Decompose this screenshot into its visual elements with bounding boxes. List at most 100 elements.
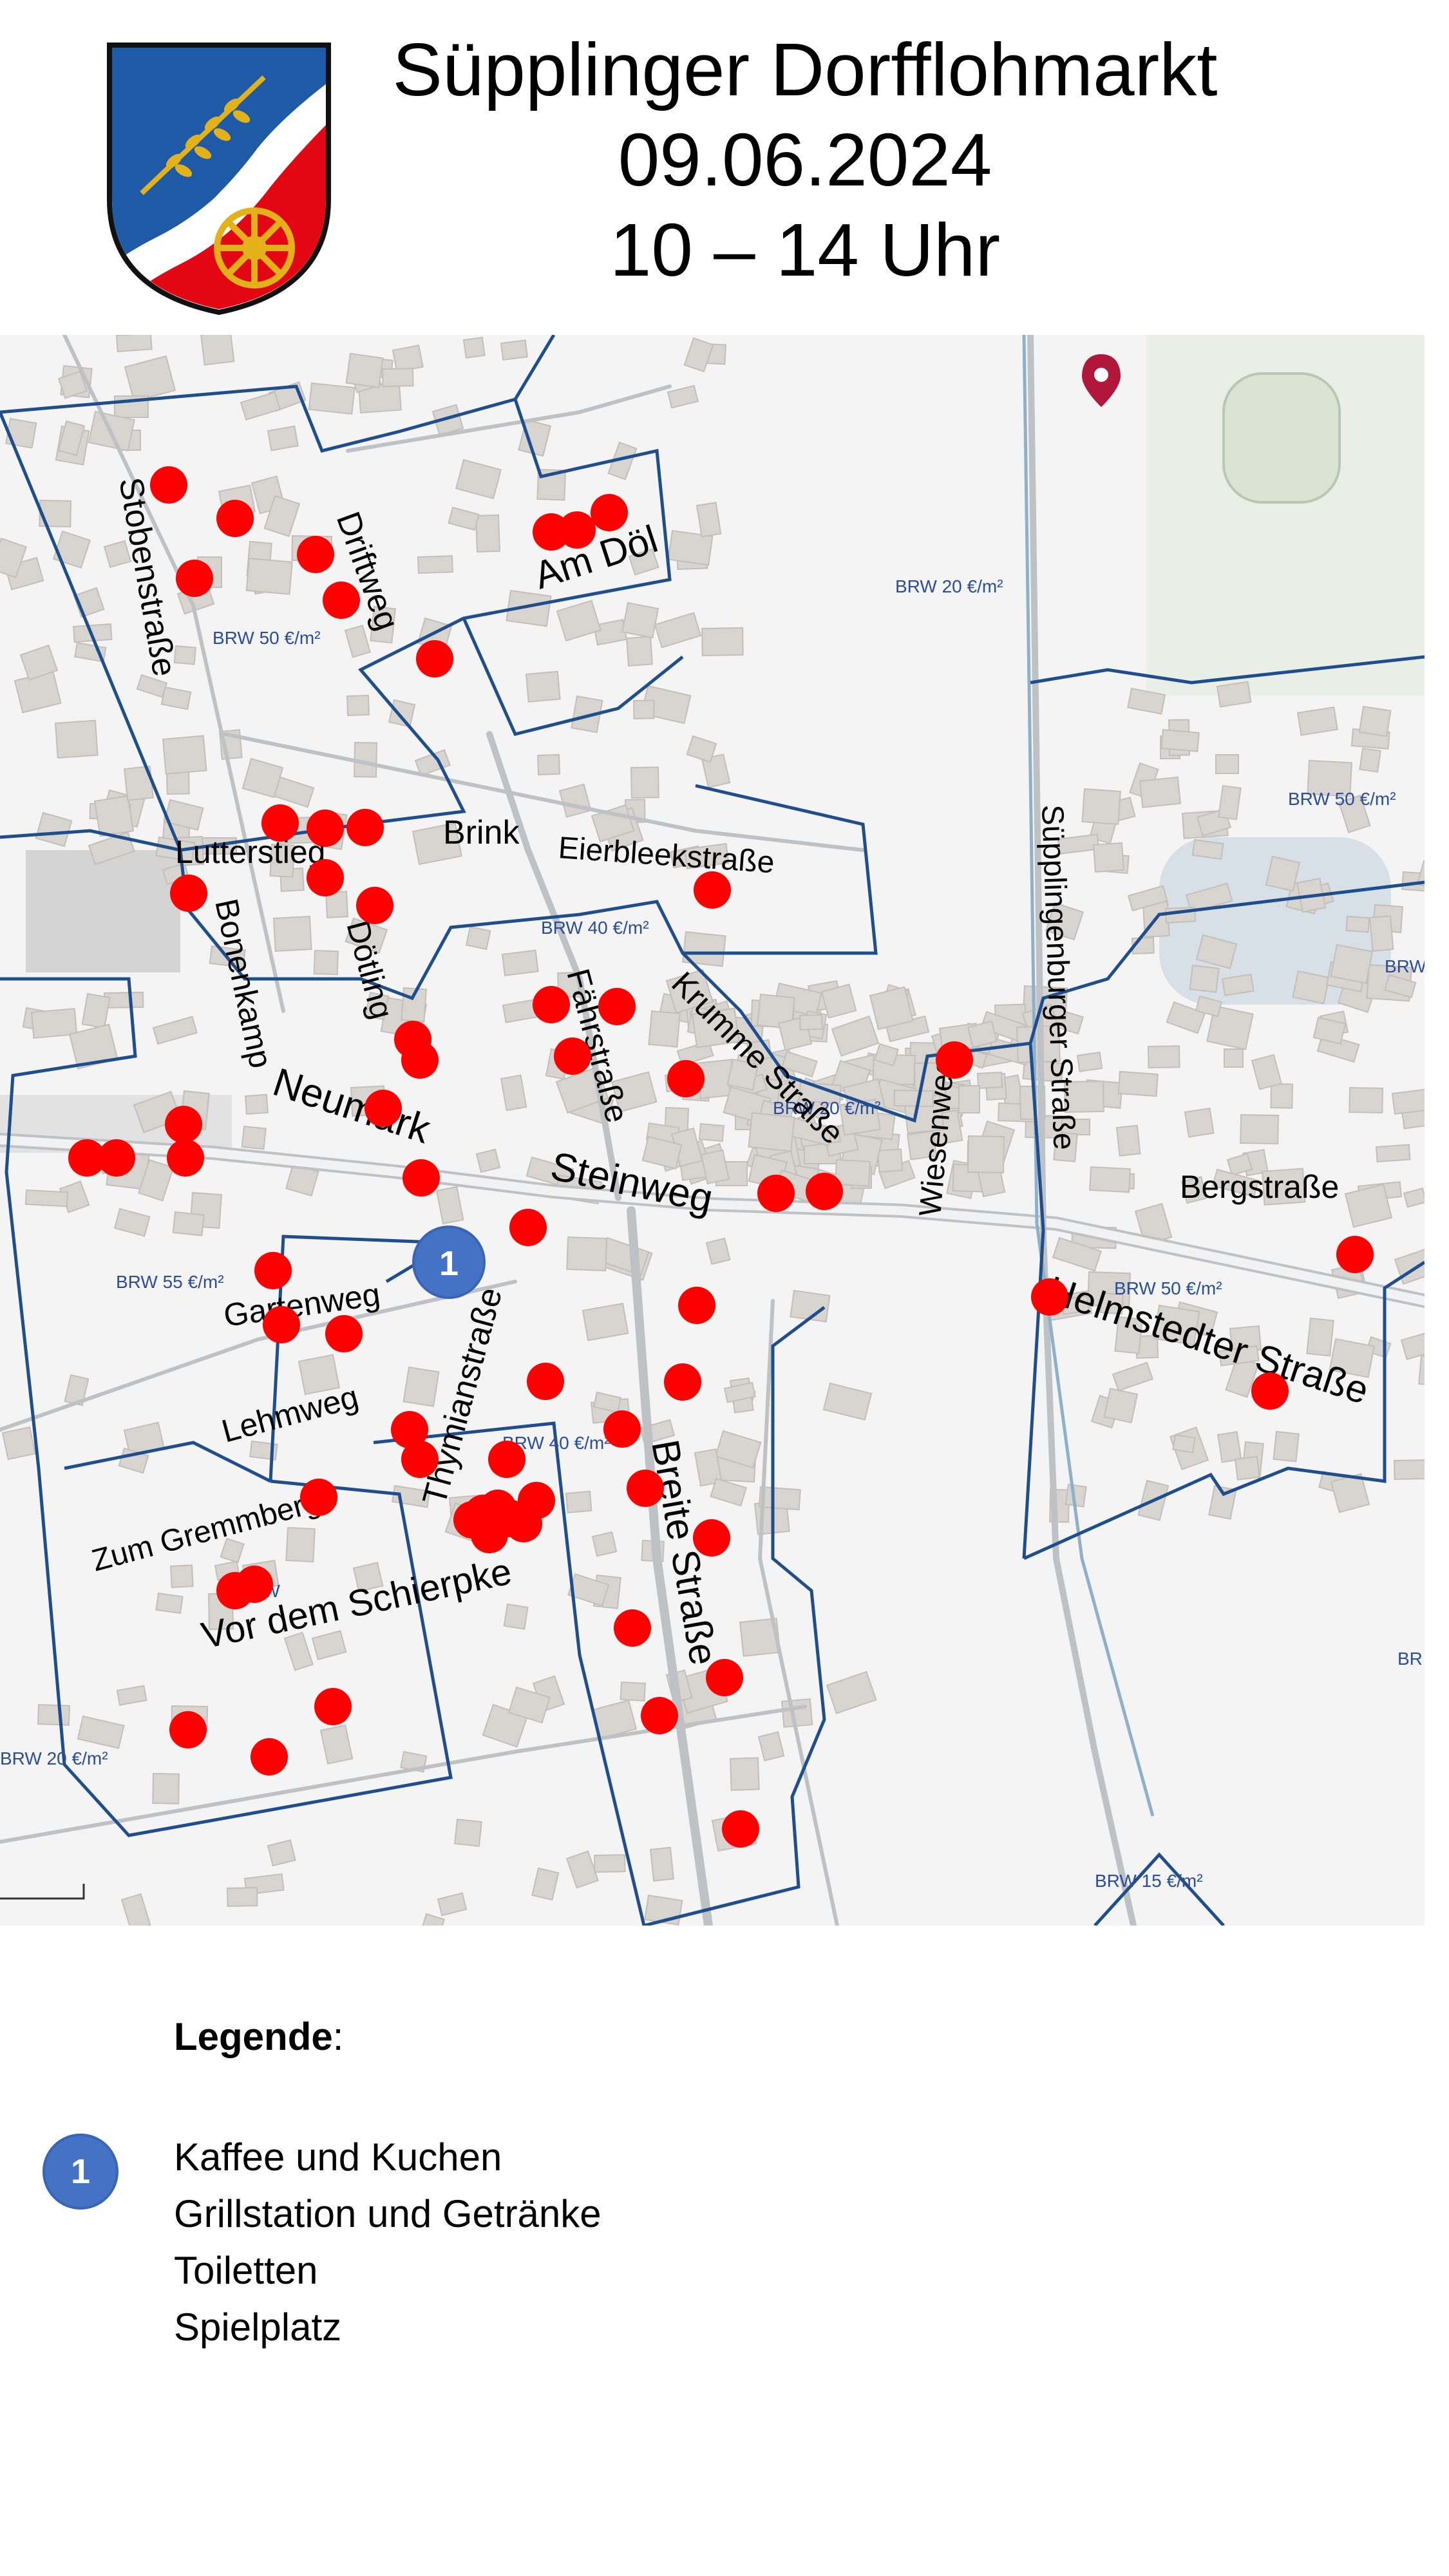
building-footprint (976, 1072, 1003, 1090)
building-footprint (1403, 1188, 1425, 1208)
stall-marker[interactable] (263, 1306, 300, 1343)
brw-label: BRW 20 €/m² (0, 1748, 108, 1768)
station-1-marker[interactable]: 1 (412, 1226, 486, 1299)
stall-marker[interactable] (165, 1106, 202, 1143)
stall-marker[interactable] (416, 640, 453, 677)
building-footprint (1184, 1107, 1215, 1138)
stall-marker[interactable] (806, 1173, 843, 1210)
stall-marker[interactable] (614, 1609, 651, 1647)
stall-marker[interactable] (323, 582, 360, 619)
stall-marker[interactable] (505, 1505, 542, 1542)
stall-marker[interactable] (554, 1037, 591, 1075)
building-footprint (625, 636, 653, 667)
village-map[interactable]: BRW 20 €/m² BRW 50 €/m² BRW 50 €/m² BRW … (0, 335, 1425, 1926)
stall-marker[interactable] (591, 494, 628, 531)
stall-marker[interactable] (167, 1139, 204, 1177)
building-footprint (462, 336, 486, 359)
stall-marker[interactable] (297, 536, 334, 573)
building-footprint (1115, 1124, 1141, 1157)
building-footprint (93, 795, 135, 837)
stall-marker[interactable] (401, 1041, 439, 1079)
stall-marker[interactable] (678, 1287, 715, 1324)
stall-marker[interactable] (98, 1139, 135, 1177)
stall-marker[interactable] (1251, 1372, 1289, 1410)
building-footprint (799, 1014, 823, 1031)
stall-marker[interactable] (757, 1175, 795, 1212)
building-footprint (152, 1772, 180, 1804)
stall-marker[interactable] (936, 1041, 973, 1079)
map-pin-icon[interactable] (1082, 354, 1121, 407)
stall-marker[interactable] (402, 1159, 440, 1197)
stall-marker[interactable] (314, 1688, 352, 1725)
building-footprint (453, 1818, 482, 1847)
stall-marker[interactable] (488, 1441, 526, 1478)
building-footprint (1418, 1354, 1425, 1387)
stall-marker[interactable] (693, 1519, 730, 1557)
building-footprint (418, 1913, 445, 1926)
street-label-lehmweg: Lehmweg (218, 1378, 362, 1449)
title-date: 09.06.2024 (618, 118, 992, 202)
stall-marker[interactable] (150, 466, 187, 504)
stall-marker[interactable] (558, 511, 596, 549)
building-footprint (565, 1850, 599, 1889)
stall-marker[interactable] (706, 1659, 743, 1696)
stall-marker[interactable] (722, 1810, 759, 1848)
stall-marker[interactable] (694, 871, 731, 909)
stall-marker[interactable] (300, 1479, 337, 1516)
stall-marker[interactable] (216, 500, 254, 537)
stall-marker[interactable] (627, 1470, 664, 1507)
brw-label: BRW 50 €/m² (1288, 789, 1396, 809)
building-footprint (113, 1208, 151, 1237)
stall-marker[interactable] (251, 1738, 288, 1776)
stall-marker[interactable] (664, 1363, 701, 1401)
header: Süpplinger Dorfflohmarkt 09.06.2024 10 –… (0, 0, 1449, 335)
street-label-doetling: Dötling (339, 916, 400, 1023)
stall-marker[interactable] (533, 986, 570, 1023)
stall-marker[interactable] (509, 1209, 547, 1246)
building-footprint (621, 601, 659, 639)
stall-marker[interactable] (1336, 1236, 1374, 1273)
stall-marker[interactable] (356, 887, 393, 924)
stall-marker[interactable] (254, 1252, 292, 1289)
stall-marker[interactable] (527, 1363, 564, 1400)
building-footprint (1224, 1048, 1244, 1068)
building-footprint (24, 1189, 68, 1208)
stall-marker[interactable] (603, 1410, 641, 1448)
building-footprint (448, 506, 480, 531)
building-footprint (1251, 1054, 1282, 1090)
building-footprint (556, 600, 601, 642)
stall-marker[interactable] (1031, 1278, 1068, 1316)
stall-marker[interactable] (598, 988, 636, 1025)
stall-marker[interactable] (325, 1315, 363, 1352)
building-footprint (683, 337, 714, 373)
stall-marker[interactable] (667, 1060, 705, 1097)
building-footprint (1089, 1166, 1131, 1193)
building-footprint (531, 1867, 560, 1901)
building-footprint (155, 1592, 184, 1615)
stall-marker[interactable] (176, 560, 213, 597)
stall-marker[interactable] (641, 1697, 678, 1734)
stall-marker[interactable] (169, 1711, 207, 1748)
building-footprint (705, 1237, 731, 1265)
stall-marker[interactable] (307, 810, 344, 847)
building-footprint (35, 811, 73, 848)
building-footprint (172, 1211, 205, 1236)
building-footprint (698, 1122, 724, 1142)
stall-marker[interactable] (346, 809, 384, 846)
stall-marker[interactable] (170, 875, 207, 912)
stall-marker[interactable] (471, 1516, 508, 1553)
building-footprint (245, 557, 293, 595)
building-footprint (1112, 1361, 1154, 1392)
stall-marker[interactable] (261, 804, 299, 842)
building-footprint (308, 382, 355, 415)
stall-marker[interactable] (365, 1090, 402, 1127)
building-footprint (319, 1724, 354, 1765)
stall-marker[interactable] (307, 859, 344, 896)
stall-marker[interactable] (236, 1566, 273, 1603)
building-footprint (869, 986, 914, 1030)
brw-label: BRW 50 €/m² (213, 628, 321, 648)
building-footprint (1092, 842, 1124, 873)
brw-label: BRW 40 €/m² (541, 918, 649, 938)
stall-marker[interactable] (401, 1441, 439, 1478)
building-footprint (566, 1236, 607, 1272)
